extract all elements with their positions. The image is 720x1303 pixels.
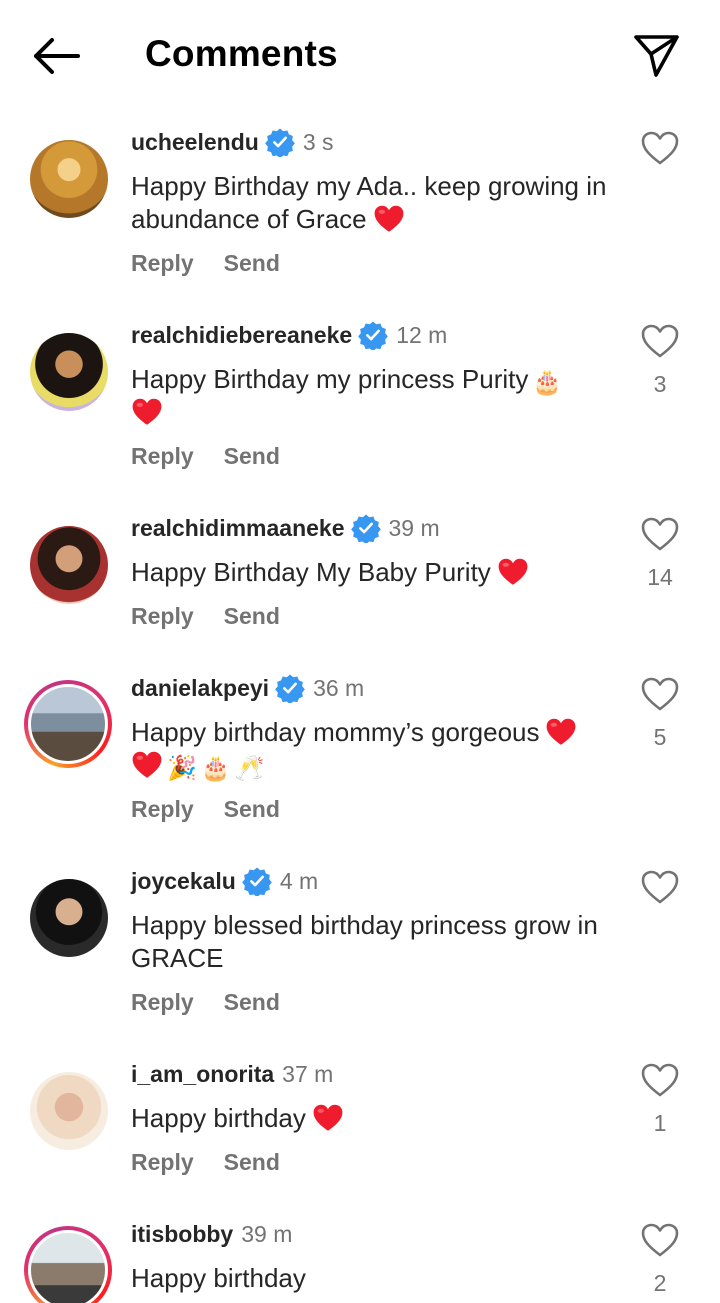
birthday-cake-emoji: 🎂 bbox=[532, 369, 563, 396]
verified-badge-icon bbox=[275, 673, 305, 703]
reply-button[interactable]: Reply bbox=[131, 1149, 194, 1175]
arrow-left-icon bbox=[34, 38, 80, 74]
verified-badge-icon bbox=[351, 513, 381, 543]
party-popper-emoji: 🎉 bbox=[167, 755, 197, 782]
red-heart-emoji bbox=[131, 750, 163, 780]
comment-text: Happy blessed birthday princess grow in … bbox=[131, 910, 598, 973]
timestamp: 39 m bbox=[388, 515, 440, 541]
avatar[interactable] bbox=[30, 333, 108, 411]
send-button[interactable]: Send bbox=[224, 796, 280, 822]
heart-outline-icon[interactable] bbox=[640, 1062, 680, 1098]
comment-text: Happy Birthday my Ada.. keep growing in … bbox=[131, 171, 607, 234]
birthday-cake-emoji: 🎂 bbox=[200, 755, 231, 782]
verified-badge-icon bbox=[265, 127, 295, 157]
red-heart-emoji bbox=[373, 204, 405, 234]
comment-text: Happy birthday mommy’s gorgeous 🎉 🎂 🥂 bbox=[131, 716, 621, 782]
page-title: Comments bbox=[145, 33, 338, 74]
header-bar: Comments bbox=[0, 0, 720, 110]
avatar[interactable] bbox=[30, 879, 108, 957]
timestamp: 36 m bbox=[313, 675, 365, 701]
verified-badge-icon bbox=[358, 320, 388, 350]
send-button[interactable]: Send bbox=[224, 443, 280, 469]
comment-text: Happy birthday bbox=[131, 1102, 621, 1135]
username[interactable]: ucheelendu bbox=[131, 129, 259, 155]
like-count: 3 bbox=[653, 371, 667, 397]
comment-text: Happy Birthday My Baby Purity bbox=[131, 556, 621, 589]
timestamp: 37 m bbox=[282, 1061, 334, 1087]
timestamp: 39 m bbox=[241, 1221, 293, 1247]
share-button[interactable] bbox=[630, 30, 682, 80]
heart-outline-icon[interactable] bbox=[640, 130, 680, 166]
avatar[interactable] bbox=[30, 526, 108, 604]
heart-outline-icon[interactable] bbox=[640, 1222, 680, 1258]
verified-badge-icon bbox=[242, 866, 272, 896]
red-heart-emoji bbox=[497, 557, 529, 587]
paper-plane-icon bbox=[634, 35, 679, 77]
red-heart-emoji bbox=[545, 717, 577, 747]
avatar-story-ring[interactable] bbox=[24, 1226, 112, 1303]
send-button[interactable]: Send bbox=[224, 989, 280, 1015]
red-heart-emoji bbox=[131, 397, 163, 427]
comment-text: Happy Birthday my princess Purity 🎂 bbox=[131, 363, 621, 429]
like-count: 14 bbox=[647, 564, 673, 590]
back-button[interactable] bbox=[28, 34, 84, 78]
username[interactable]: realchidiebereaneke bbox=[131, 322, 352, 348]
username[interactable]: i_am_onorita bbox=[131, 1061, 274, 1087]
reply-button[interactable]: Reply bbox=[131, 250, 194, 276]
avatar[interactable] bbox=[30, 140, 108, 218]
send-button[interactable]: Send bbox=[224, 1149, 280, 1175]
username[interactable]: itisbobby bbox=[131, 1221, 233, 1247]
comment-text: Happy birthday bbox=[131, 1263, 306, 1293]
timestamp: 3 s bbox=[302, 129, 334, 155]
username[interactable]: danielakpeyi bbox=[131, 675, 269, 701]
avatar[interactable] bbox=[30, 1072, 108, 1150]
like-count: 2 bbox=[653, 1270, 667, 1296]
timestamp: 4 m bbox=[279, 868, 319, 894]
heart-outline-icon[interactable] bbox=[640, 869, 680, 905]
reply-button[interactable]: Reply bbox=[131, 989, 194, 1015]
like-count: 1 bbox=[653, 1110, 667, 1136]
send-button[interactable]: Send bbox=[224, 603, 280, 629]
red-heart-emoji bbox=[312, 1103, 344, 1133]
username[interactable]: realchidimmaaneke bbox=[131, 515, 345, 541]
reply-button[interactable]: Reply bbox=[131, 603, 194, 629]
heart-outline-icon[interactable] bbox=[640, 676, 680, 712]
clinking-glasses-emoji: 🥂 bbox=[234, 755, 265, 782]
reply-button[interactable]: Reply bbox=[131, 443, 194, 469]
heart-outline-icon[interactable] bbox=[640, 323, 680, 359]
heart-outline-icon[interactable] bbox=[640, 516, 680, 552]
like-count: 5 bbox=[653, 724, 667, 750]
timestamp: 12 m bbox=[396, 322, 448, 348]
reply-button[interactable]: Reply bbox=[131, 796, 194, 822]
username[interactable]: joycekalu bbox=[131, 868, 236, 894]
send-button[interactable]: Send bbox=[224, 250, 280, 276]
avatar-story-ring[interactable] bbox=[24, 680, 112, 768]
